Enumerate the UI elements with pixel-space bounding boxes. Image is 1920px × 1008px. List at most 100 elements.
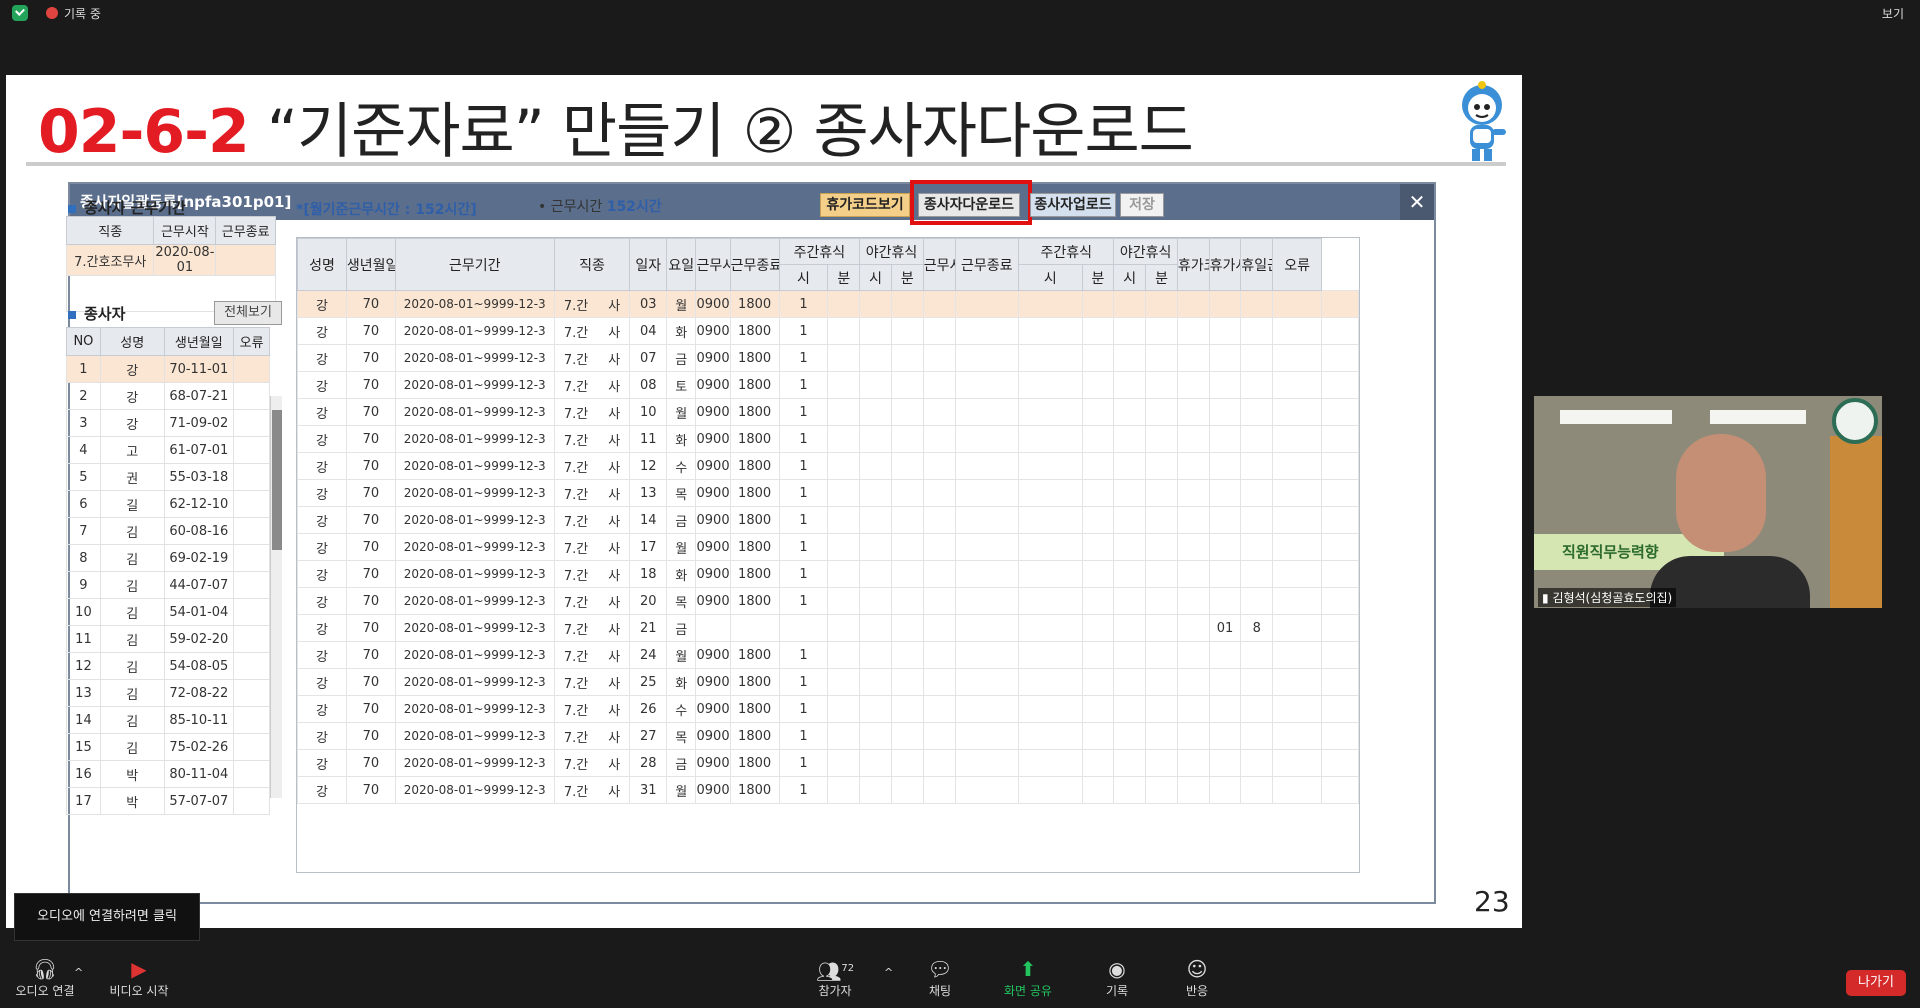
grid-cell[interactable]: 0900 (695, 317, 731, 345)
grid-cell[interactable] (1321, 722, 1359, 750)
grid-cell[interactable] (1081, 560, 1115, 588)
grid-cell[interactable]: 1800 (729, 479, 780, 507)
grid-cell[interactable] (922, 668, 956, 696)
staff-cell[interactable]: 12 (66, 652, 101, 680)
grid-cell[interactable]: 7.간 사 (553, 614, 631, 642)
grid-cell[interactable]: 강 (297, 749, 347, 777)
grid-cell[interactable]: 2020-08-01~9999-12-3 (394, 371, 555, 399)
grid-cell[interactable]: 강 (297, 695, 347, 723)
grid-cell[interactable] (1176, 749, 1210, 777)
grid-cell[interactable] (859, 506, 892, 534)
grid-cell[interactable]: 0900 (695, 749, 731, 777)
grid-cell[interactable]: 목 (666, 479, 697, 507)
grid-cell[interactable] (890, 722, 924, 750)
grid-cell[interactable] (859, 398, 892, 426)
staff-cell[interactable]: 3 (66, 409, 101, 437)
grid-cell[interactable]: 0900 (695, 398, 731, 426)
staff-cell[interactable]: 70-11-01 (163, 355, 235, 383)
grid-cell[interactable]: 1800 (729, 506, 780, 534)
grid-cell[interactable] (1176, 398, 1210, 426)
grid-cell[interactable] (1113, 722, 1147, 750)
staff-cell[interactable]: 16 (66, 760, 101, 788)
grid-cell[interactable] (859, 425, 892, 453)
staff-cell[interactable]: 9 (66, 571, 101, 599)
grid-cell[interactable] (1208, 776, 1242, 804)
grid-cell[interactable]: 1800 (729, 641, 780, 669)
grid-cell[interactable]: 8 (1240, 614, 1274, 642)
grid-row[interactable]: 강 70 2020-08-01~9999-12-3 7.간 사 28 금 0900 1800 1 (297, 749, 1359, 777)
grid-cell[interactable] (954, 533, 1020, 561)
grid-cell[interactable]: 1800 (729, 425, 780, 453)
grid-cell[interactable]: 1 (778, 722, 829, 750)
staff-cell[interactable] (233, 517, 270, 545)
grid-cell[interactable]: 7.간 사 (553, 749, 631, 777)
grid-cell[interactable] (922, 452, 956, 480)
grid-cell[interactable]: 7.간 사 (553, 506, 631, 534)
staff-upload-button[interactable]: 종사자업로드 (1030, 193, 1116, 217)
staff-cell[interactable] (233, 625, 270, 653)
grid-cell[interactable] (1018, 425, 1083, 453)
grid-cell[interactable]: 7.간 사 (553, 695, 631, 723)
grid-cell[interactable] (1018, 452, 1083, 480)
grid-cell[interactable] (1208, 317, 1242, 345)
grid-cell[interactable] (1240, 749, 1274, 777)
grid-cell[interactable]: 0900 (695, 695, 731, 723)
grid-row[interactable]: 강 70 2020-08-01~9999-12-3 7.간 사 08 토 0900 1800 1 (297, 371, 1359, 399)
staff-cell[interactable]: 11 (66, 625, 101, 653)
grid-cell[interactable]: 1 (778, 533, 829, 561)
grid-cell[interactable]: 11 (629, 425, 668, 453)
grid-cell[interactable] (1321, 425, 1359, 453)
grid-cell[interactable]: 1 (778, 452, 829, 480)
staff-cell[interactable]: 10 (66, 598, 101, 626)
grid-cell[interactable]: 강 (297, 398, 347, 426)
grid-cell[interactable] (1081, 452, 1115, 480)
grid-cell[interactable] (695, 614, 731, 642)
grid-cell[interactable]: 01 (1208, 614, 1242, 642)
grid-cell[interactable]: 화 (666, 425, 697, 453)
grid-cell[interactable] (922, 641, 956, 669)
grid-cell[interactable] (1018, 641, 1083, 669)
grid-cell[interactable] (1113, 587, 1147, 615)
grid-cell[interactable] (922, 290, 956, 318)
grid-cell[interactable] (1113, 695, 1147, 723)
grid-cell[interactable]: 7.간 사 (553, 641, 631, 669)
grid-cell[interactable]: 70 (345, 587, 396, 615)
grid-cell[interactable]: 2020-08-01~9999-12-3 (394, 722, 555, 750)
grid-cell[interactable] (890, 587, 924, 615)
grid-cell[interactable] (1018, 371, 1083, 399)
grid-cell[interactable]: 70 (345, 668, 396, 696)
grid-cell[interactable]: 70 (345, 533, 396, 561)
staff-cell[interactable]: 17 (66, 787, 101, 815)
participant-video[interactable]: 직원직무능력향 ▮ 김형석(심청골효도의집) (1534, 396, 1882, 608)
grid-cell[interactable]: 70 (345, 344, 396, 372)
grid-row[interactable]: 강 70 2020-08-01~9999-12-3 7.간 사 20 목 0900 1800 1 (297, 587, 1359, 615)
grid-cell[interactable] (827, 317, 861, 345)
grid-cell[interactable] (827, 668, 861, 696)
staff-cell[interactable]: 62-12-10 (163, 490, 235, 518)
grid-cell[interactable] (1113, 506, 1147, 534)
grid-cell[interactable] (1145, 425, 1178, 453)
grid-cell[interactable] (1176, 668, 1210, 696)
grid-cell[interactable]: 강 (297, 722, 347, 750)
grid-cell[interactable] (922, 695, 956, 723)
grid-cell[interactable] (1176, 506, 1210, 534)
grid-cell[interactable]: 1800 (729, 533, 780, 561)
grid-cell[interactable] (954, 776, 1020, 804)
grid-cell[interactable]: 10 (629, 398, 668, 426)
grid-cell[interactable]: 7.간 사 (553, 560, 631, 588)
grid-cell[interactable]: 0900 (695, 641, 731, 669)
grid-cell[interactable] (1208, 371, 1242, 399)
grid-cell[interactable] (1321, 749, 1359, 777)
grid-cell[interactable]: 강 (297, 560, 347, 588)
grid-cell[interactable] (1145, 290, 1178, 318)
grid-cell[interactable]: 1 (778, 587, 829, 615)
grid-cell[interactable] (1272, 452, 1323, 480)
staff-row[interactable]: 14 김 85-10-11 (66, 706, 270, 734)
grid-cell[interactable]: 1800 (729, 290, 780, 318)
grid-row[interactable]: 강 70 2020-08-01~9999-12-3 7.간 사 21 금 01 8 (297, 614, 1359, 642)
staff-cell[interactable]: 김 (99, 625, 165, 653)
period-cell[interactable] (215, 244, 276, 276)
scroll-thumb[interactable] (272, 410, 282, 550)
staff-cell[interactable] (233, 652, 270, 680)
grid-cell[interactable] (1208, 290, 1242, 318)
